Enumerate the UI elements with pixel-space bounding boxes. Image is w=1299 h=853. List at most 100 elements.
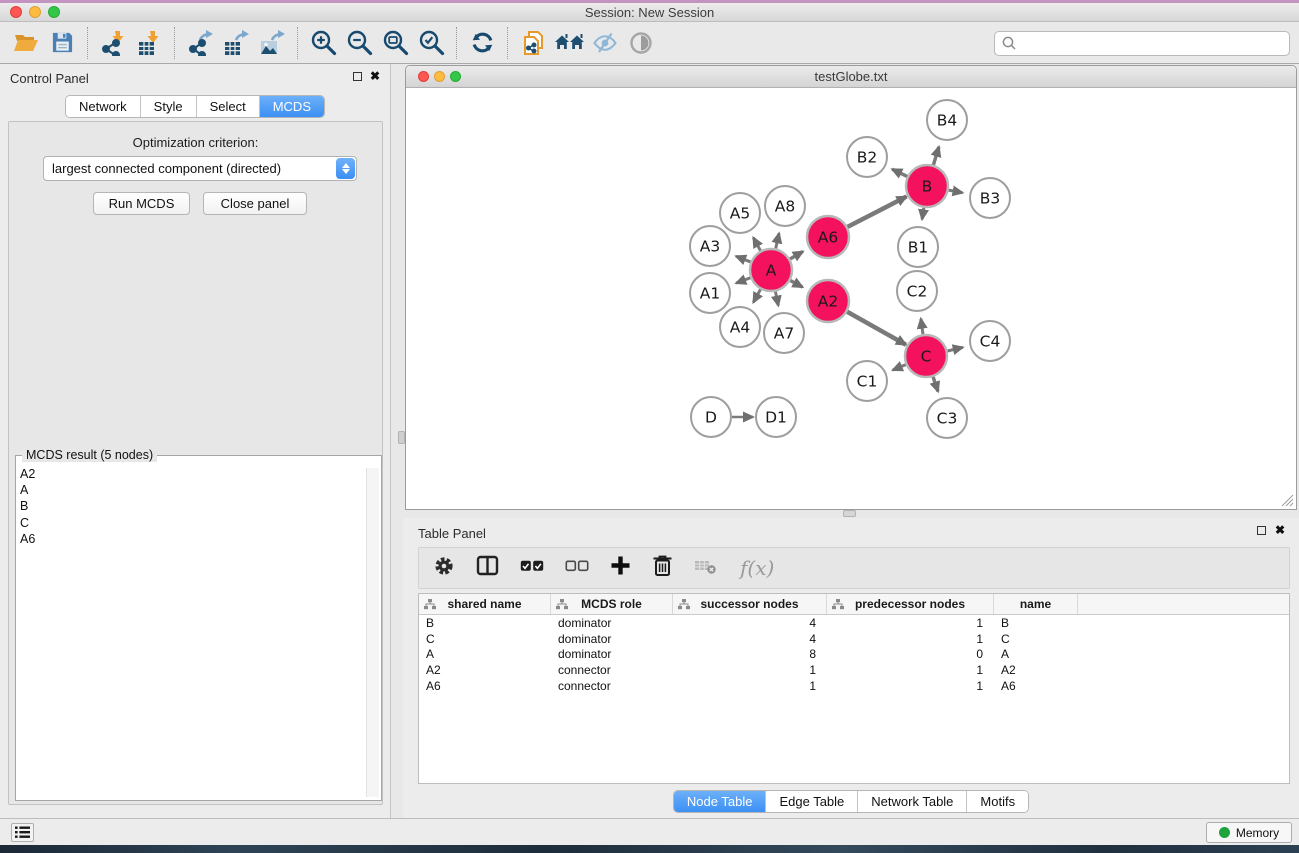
graph-node-A5[interactable]: A5 [720, 193, 760, 233]
close-panel-button[interactable]: Close panel [203, 192, 307, 215]
table-tab-motifs[interactable]: Motifs [967, 791, 1028, 812]
export-network-button[interactable] [182, 25, 218, 61]
edge-A-A6[interactable] [790, 252, 803, 259]
table-row[interactable]: A2connector11A2 [419, 662, 1289, 678]
float-table-panel-icon[interactable] [1257, 526, 1266, 535]
graph-node-D[interactable]: D [691, 397, 731, 437]
graph-node-C4[interactable]: C4 [970, 321, 1010, 361]
mcds-result-item[interactable]: A6 [20, 531, 361, 547]
edge-A2-C[interactable] [847, 312, 906, 345]
graph-node-B2[interactable]: B2 [847, 137, 887, 177]
zoom-fit-button[interactable] [377, 25, 413, 61]
table-row[interactable]: A6connector11A6 [419, 678, 1289, 694]
graph-node-A7[interactable]: A7 [764, 313, 804, 353]
tab-style[interactable]: Style [141, 96, 197, 117]
zoom-selected-button[interactable] [413, 25, 449, 61]
close-panel-icon[interactable]: ✖ [370, 69, 380, 83]
graph-node-C1[interactable]: C1 [847, 361, 887, 401]
save-session-button[interactable] [44, 25, 80, 61]
mcds-result-item[interactable]: A [20, 482, 361, 498]
graph-node-A2[interactable]: A2 [807, 280, 849, 322]
delete-table-button[interactable] [694, 557, 719, 580]
search-input[interactable] [1018, 36, 1289, 51]
column-header-predecessor-nodes[interactable]: predecessor nodes [827, 594, 994, 614]
mcds-result-item[interactable]: C [20, 515, 361, 531]
edge-B-B1[interactable] [922, 208, 924, 220]
export-table-button[interactable] [218, 25, 254, 61]
column-header-successor-nodes[interactable]: successor nodes [673, 594, 827, 614]
graph-node-A8[interactable]: A8 [765, 186, 805, 226]
mcds-result-item[interactable]: A2 [20, 466, 361, 482]
hide-details-button[interactable] [587, 25, 623, 61]
split-view-button[interactable] [476, 555, 499, 581]
table-tab-network-table[interactable]: Network Table [858, 791, 967, 812]
graph-node-A[interactable]: A [750, 249, 792, 291]
edge-A-A8[interactable] [776, 233, 779, 248]
unselect-all-columns-button[interactable] [565, 559, 589, 577]
graph-node-B[interactable]: B [906, 165, 948, 207]
tab-mcds[interactable]: MCDS [260, 96, 324, 117]
show-graphics-button[interactable] [623, 25, 659, 61]
zoom-in-button[interactable] [305, 25, 341, 61]
edge-C-C2[interactable] [921, 319, 923, 334]
edge-C-C4[interactable] [947, 347, 962, 351]
open-file-button[interactable] [8, 25, 44, 61]
graph-node-A1[interactable]: A1 [690, 273, 730, 313]
mcds-result-scrollbar[interactable] [366, 468, 379, 797]
graph-node-A6[interactable]: A6 [807, 216, 849, 258]
close-table-panel-icon[interactable]: ✖ [1275, 523, 1285, 537]
edge-A-A5[interactable] [753, 238, 760, 251]
table-tab-edge-table[interactable]: Edge Table [766, 791, 858, 812]
edge-B-B3[interactable] [949, 190, 963, 193]
graph-node-C3[interactable]: C3 [927, 398, 967, 438]
network-graph-canvas[interactable]: B4 B2 B B3 A8A5 A6 A3 B1 A C2 A1 A2 A4A7 C4 C C1 D D1 C3 [406, 88, 1296, 509]
edge-A-A7[interactable] [775, 292, 778, 306]
edge-A-A1[interactable] [736, 278, 750, 283]
tab-network[interactable]: Network [66, 96, 141, 117]
edge-C-C3[interactable] [933, 377, 938, 392]
table-row[interactable]: Adominator80A [419, 647, 1289, 663]
table-row[interactable]: Bdominator41B [419, 615, 1289, 631]
resize-grip[interactable] [1281, 494, 1294, 507]
column-header-shared-name[interactable]: shared name [419, 594, 551, 614]
mcds-result-item[interactable]: B [20, 498, 361, 514]
edge-A-A3[interactable] [736, 256, 750, 262]
export-image-button[interactable] [254, 25, 290, 61]
edge-C-C1[interactable] [893, 365, 906, 370]
graph-node-A4[interactable]: A4 [720, 307, 760, 347]
graph-node-D1[interactable]: D1 [756, 397, 796, 437]
network-vertical-scrollbar[interactable] [398, 431, 405, 444]
copy-network-button[interactable] [515, 25, 551, 61]
search-field[interactable] [994, 31, 1290, 56]
graph-node-B4[interactable]: B4 [927, 100, 967, 140]
edge-B-B2[interactable] [892, 169, 907, 176]
graph-node-B3[interactable]: B3 [970, 178, 1010, 218]
column-header-MCDS-role[interactable]: MCDS role [551, 594, 673, 614]
function-builder-button[interactable]: f(x) [740, 556, 774, 580]
zoom-out-button[interactable] [341, 25, 377, 61]
edge-A6-B[interactable] [848, 197, 907, 227]
graph-node-A3[interactable]: A3 [690, 226, 730, 266]
column-header-name[interactable]: name [994, 594, 1078, 614]
refresh-view-button[interactable] [464, 25, 500, 61]
memory-button[interactable]: Memory [1206, 822, 1292, 843]
optimization-criterion-select[interactable]: largest connected component (directed) [43, 156, 357, 181]
graph-node-C[interactable]: C [905, 335, 947, 377]
edge-B-B4[interactable] [933, 147, 938, 165]
float-panel-icon[interactable] [353, 72, 362, 81]
add-column-button[interactable] [610, 555, 631, 581]
delete-columns-button[interactable] [652, 554, 673, 582]
edge-A-A2[interactable] [790, 281, 802, 288]
network-horizontal-scrollbar[interactable] [843, 510, 856, 517]
table-settings-button[interactable] [433, 555, 455, 582]
table-tab-node-table[interactable]: Node Table [674, 791, 767, 812]
graph-node-B1[interactable]: B1 [898, 227, 938, 267]
task-history-button[interactable] [11, 823, 34, 842]
run-mcds-button[interactable]: Run MCDS [93, 192, 190, 215]
select-all-columns-button[interactable] [520, 559, 544, 577]
home-layout-button[interactable] [551, 25, 587, 61]
table-row[interactable]: Cdominator41C [419, 631, 1289, 647]
import-network-button[interactable] [95, 25, 131, 61]
graph-node-C2[interactable]: C2 [897, 271, 937, 311]
import-table-button[interactable] [131, 25, 167, 61]
